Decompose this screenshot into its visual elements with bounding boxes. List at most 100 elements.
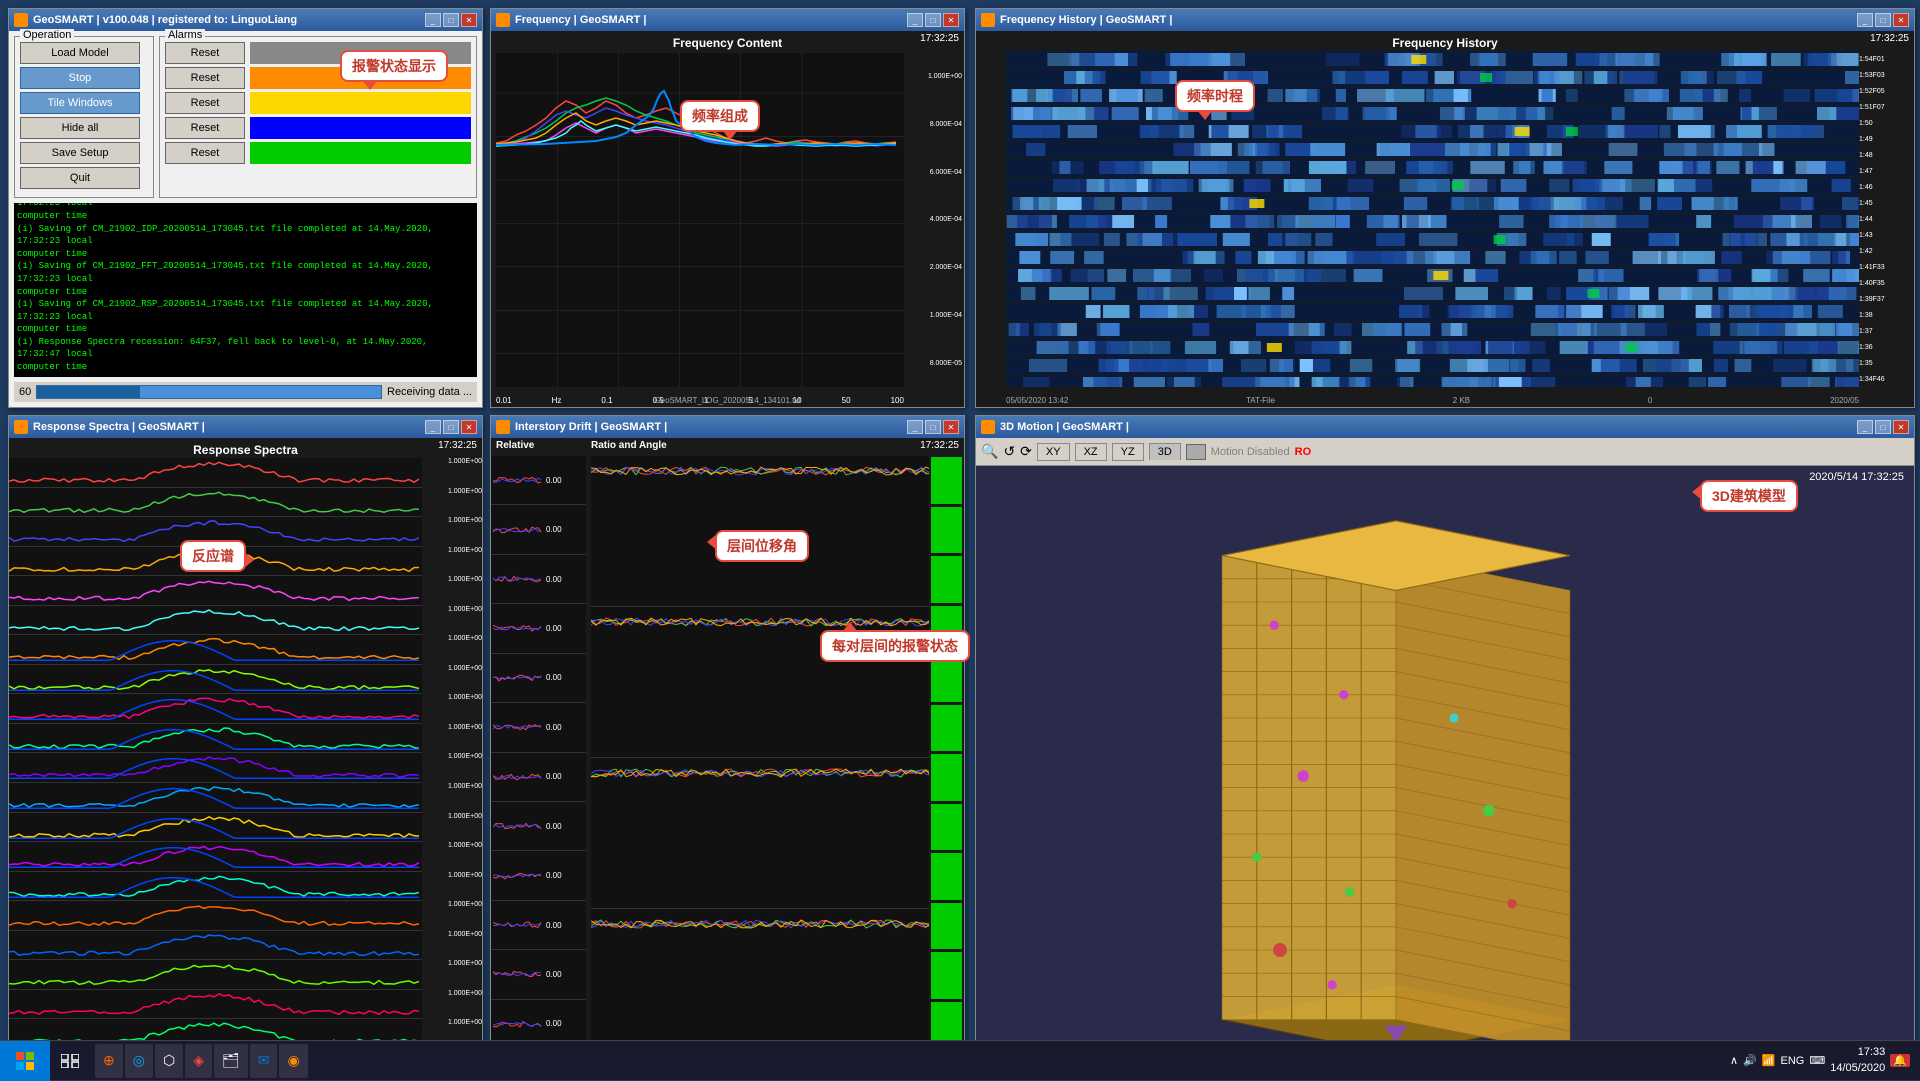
motion-reset-icon[interactable]: ⟳ [1020, 443, 1032, 460]
motion-minimize[interactable]: _ [1857, 420, 1873, 434]
save-setup-btn[interactable]: Save Setup [20, 142, 140, 164]
freqhist-chart-content: Frequency History 17:32:25 1:54F01 1:53F… [976, 31, 1914, 407]
tray-sound[interactable]: 🔊 [1743, 1054, 1757, 1067]
resp-minimize[interactable]: _ [425, 420, 441, 434]
motion-maximize[interactable]: □ [1875, 420, 1891, 434]
status-number: 60 [19, 386, 31, 398]
log-area[interactable]: computer time(i) Saving of CM_21902_FFT_… [14, 203, 477, 377]
freq-chart-content: Frequency Content 17:32:25 [491, 31, 964, 407]
motion-zoom-icon[interactable]: 🔍 [981, 443, 998, 460]
freq-window-title: Frequency | GeoSMART | [515, 14, 902, 26]
alarm-row-3: Reset [165, 92, 471, 114]
drift-left-charts: 0.000.000.000.000.000.000.000.000.000.00… [491, 456, 586, 1049]
freqhist-bottom: 05/05/2020 13:42TAT-File2 KB02020/05 [1006, 396, 1859, 405]
taskbar-app-6[interactable]: ✉ [250, 1044, 278, 1078]
alarms-label: Alarms [165, 29, 205, 41]
motion-3d-content: 2020/5/14 17:32:25 [976, 466, 1914, 1069]
motion-toolbar: 🔍 ↺ ⟳ XY XZ YZ 3D Motion Disabled RO [976, 438, 1914, 466]
motion-tab-yz[interactable]: YZ [1112, 443, 1144, 461]
motion-timestamp: 2020/5/14 17:32:25 [1809, 471, 1904, 483]
taskbar-app-4[interactable]: ◈ [185, 1044, 212, 1078]
taskview-btn[interactable] [50, 1041, 90, 1081]
motion-3d-window: 3D Motion | GeoSMART | _ □ ✕ 🔍 ↺ ⟳ XY XZ… [975, 415, 1915, 1070]
motion-tab-xz[interactable]: XZ [1075, 443, 1107, 461]
alarm-row-4: Reset [165, 117, 471, 139]
resp-maximize[interactable]: □ [443, 420, 459, 434]
motion-tab-xy[interactable]: XY [1037, 443, 1070, 461]
motion-title: 3D Motion | GeoSMART | [1000, 421, 1852, 433]
freqhist-maximize[interactable]: □ [1875, 13, 1891, 27]
freqhist-icon [981, 13, 995, 27]
freq-close-btn[interactable]: ✕ [943, 13, 959, 27]
motion-color-swatch [1186, 444, 1206, 460]
freq-minimize-btn[interactable]: _ [907, 13, 923, 27]
progress-bar [36, 385, 382, 399]
taskbar-app-7[interactable]: ◉ [279, 1044, 307, 1078]
close-btn[interactable]: ✕ [461, 13, 477, 27]
reset-btn-5[interactable]: Reset [165, 142, 245, 164]
drift-maximize[interactable]: □ [925, 420, 941, 434]
resp-icon [14, 420, 28, 434]
drift-minimize[interactable]: _ [907, 420, 923, 434]
motion-rotate-icon[interactable]: ↺ [1003, 443, 1015, 460]
drift-icon [496, 420, 510, 434]
freqhist-chart-title: Frequency History [976, 33, 1914, 53]
drift-indicators [929, 456, 964, 1049]
progress-inner [37, 386, 140, 398]
window-controls: _ □ ✕ [425, 13, 477, 27]
drift-window: Interstory Drift | GeoSMART | _ □ ✕ 17:3… [490, 415, 965, 1070]
tray-input[interactable]: ⌨ [1809, 1054, 1825, 1067]
reset-btn-2[interactable]: Reset [165, 67, 245, 89]
drift-relative-header: Relative [496, 440, 534, 451]
stop-btn[interactable]: Stop [20, 67, 140, 89]
response-spectra-window: Response Spectra | GeoSMART | _ □ ✕ Resp… [8, 415, 483, 1070]
taskbar-app-2[interactable]: ◎ [125, 1044, 153, 1078]
resp-chart-content: Response Spectra 17:32:25 1.000E+001.000… [9, 438, 482, 1069]
freqhist-close[interactable]: ✕ [1893, 13, 1909, 27]
taskbar-app-5[interactable]: 🗂 [214, 1044, 248, 1078]
start-button[interactable] [0, 1041, 50, 1081]
status-text: Receiving data ... [387, 386, 472, 398]
reset-btn-3[interactable]: Reset [165, 92, 245, 114]
resp-close[interactable]: ✕ [461, 420, 477, 434]
resp-controls: _ □ ✕ [425, 420, 477, 434]
load-model-btn[interactable]: Load Model [20, 42, 140, 64]
resp-yaxis: 1.000E+001.000E+001.000E+001.000E+001.00… [422, 458, 482, 1049]
freqhist-minimize[interactable]: _ [1857, 13, 1873, 27]
taskbar-apps: ⊕ ◎ ⬡ ◈ 🗂 ✉ ◉ [90, 1044, 1720, 1078]
alarm-indicator-5 [250, 142, 471, 164]
alarm-row-5: Reset [165, 142, 471, 164]
reset-btn-4[interactable]: Reset [165, 117, 245, 139]
taskbar-app-1[interactable]: ⊕ [95, 1044, 123, 1078]
freq-window-controls: _ □ ✕ [907, 13, 959, 27]
motion-tab-3d[interactable]: 3D [1149, 443, 1181, 460]
minimize-btn[interactable]: _ [425, 13, 441, 27]
resp-timestamp: 17:32:25 [438, 440, 477, 451]
drift-close[interactable]: ✕ [943, 420, 959, 434]
motion-close[interactable]: ✕ [1893, 420, 1909, 434]
freq-timestamp: 17:32:25 [920, 33, 959, 44]
freqhist-title: Frequency History | GeoSMART | [1000, 14, 1852, 26]
freqhist-controls: _ □ ✕ [1857, 13, 1909, 27]
freq-maximize-btn[interactable]: □ [925, 13, 941, 27]
taskbar: ⊕ ◎ ⬡ ◈ 🗂 ✉ ◉ ∧ 🔊 📶 ENG ⌨ 17:33 14/05/20… [0, 1040, 1920, 1080]
tray-expand[interactable]: ∧ [1730, 1054, 1738, 1067]
tray-network[interactable]: 📶 [1762, 1054, 1776, 1067]
taskbar-time-block[interactable]: 17:33 14/05/2020 [1830, 1045, 1885, 1076]
tile-windows-btn[interactable]: Tile Windows [20, 92, 140, 114]
resp-callout: 反应谱 [180, 540, 246, 572]
drift-callout1: 层间位移角 [715, 530, 809, 562]
hide-all-btn[interactable]: Hide all [20, 117, 140, 139]
alarm-callout: 报警状态显示 [340, 50, 448, 82]
motion-icon [981, 420, 995, 434]
resp-chart-title: Response Spectra [9, 440, 482, 460]
maximize-btn[interactable]: □ [443, 13, 459, 27]
quit-btn[interactable]: Quit [20, 167, 140, 189]
reset-btn-1[interactable]: Reset [165, 42, 245, 64]
taskbar-app-3[interactable]: ⬡ [155, 1044, 183, 1078]
operation-label: Operation [20, 29, 74, 41]
drift-titlebar: Interstory Drift | GeoSMART | _ □ ✕ [491, 416, 964, 438]
tray-notification[interactable]: 🔔 [1890, 1054, 1910, 1067]
main-content: Operation Load Model Stop Tile Windows H… [9, 31, 482, 407]
frequency-window: Frequency | GeoSMART | _ □ ✕ Frequency C… [490, 8, 965, 408]
